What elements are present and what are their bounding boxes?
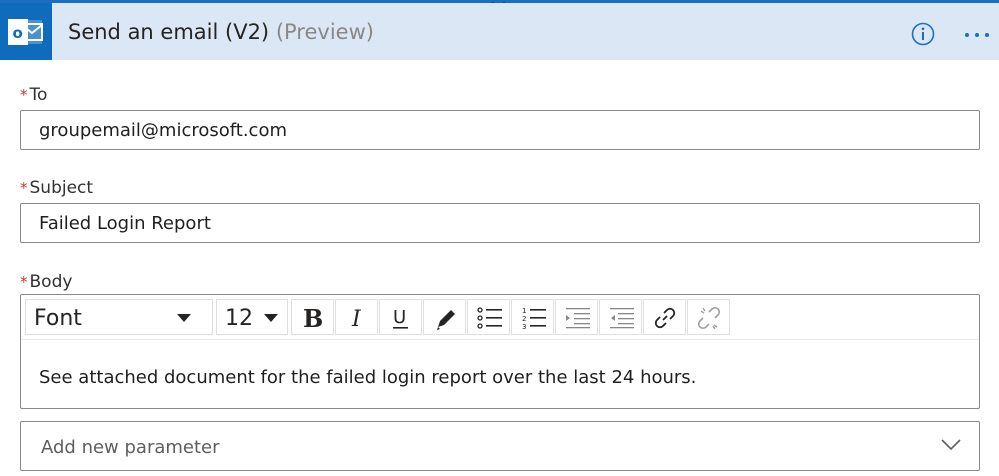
required-mark: * xyxy=(20,273,28,291)
required-mark: * xyxy=(20,86,28,104)
subject-label-text: Subject xyxy=(29,178,94,198)
italic-icon: I xyxy=(351,307,362,330)
link-button[interactable] xyxy=(643,299,686,335)
link-icon xyxy=(654,307,676,329)
bold-button[interactable]: B xyxy=(291,299,334,335)
to-field[interactable]: groupemail@microsoft.com xyxy=(20,110,980,150)
bullet-list-icon xyxy=(477,307,502,329)
svg-text:1: 1 xyxy=(522,307,526,315)
add-new-parameter-dropdown[interactable]: Add new parameter xyxy=(20,421,980,471)
outlook-icon: o xyxy=(0,3,52,60)
font-size-dropdown[interactable]: 12 xyxy=(216,299,288,335)
body-text[interactable]: See attached document for the failed log… xyxy=(39,367,696,388)
preview-label: (Preview) xyxy=(275,20,374,44)
chevron-down-icon xyxy=(177,314,191,322)
unlink-icon xyxy=(697,306,721,330)
action-title-text: Send an email (V2) xyxy=(68,20,270,44)
more-options-icon[interactable] xyxy=(963,22,991,46)
underline-icon: U xyxy=(393,307,408,329)
decrease-indent-button[interactable] xyxy=(599,299,642,335)
unlink-button[interactable] xyxy=(687,299,730,335)
toolbar-divider xyxy=(21,339,979,340)
text-color-button[interactable] xyxy=(423,299,466,335)
svg-text:U: U xyxy=(393,307,406,328)
underline-button[interactable]: U xyxy=(379,299,422,335)
font-dropdown-value: Font xyxy=(34,306,82,331)
to-label: * To xyxy=(20,85,47,105)
svg-text:3: 3 xyxy=(522,323,526,330)
svg-text:I: I xyxy=(351,307,362,330)
body-label-text: Body xyxy=(29,272,73,292)
body-editor[interactable]: Font 12 B I U 1 2 3 See attached documen… xyxy=(20,294,980,409)
action-header[interactable]: o Send an email (V2) (Preview) xyxy=(0,3,999,60)
italic-button[interactable]: I xyxy=(335,299,378,335)
action-title: Send an email (V2) (Preview) xyxy=(68,20,374,44)
to-field-value: groupemail@microsoft.com xyxy=(39,120,288,141)
to-label-text: To xyxy=(29,85,48,105)
required-mark: * xyxy=(20,179,28,197)
decrease-indent-icon xyxy=(610,308,634,329)
subject-label: * Subject xyxy=(20,178,93,198)
formatting-toolbar: Font 12 B I U 1 2 3 xyxy=(25,299,975,335)
bold-icon: B xyxy=(303,306,323,330)
svg-text:B: B xyxy=(303,306,323,330)
chevron-down-icon xyxy=(941,439,961,451)
font-dropdown[interactable]: Font xyxy=(25,299,213,335)
font-size-value: 12 xyxy=(225,306,253,331)
increase-indent-button[interactable] xyxy=(555,299,598,335)
svg-text:2: 2 xyxy=(522,315,526,323)
subject-field[interactable]: Failed Login Report xyxy=(20,203,980,243)
add-new-parameter-label: Add new parameter xyxy=(41,437,220,458)
numbered-list-icon: 1 2 3 xyxy=(522,307,546,330)
svg-text:o: o xyxy=(13,24,23,42)
chevron-down-icon xyxy=(264,314,278,322)
info-icon[interactable] xyxy=(911,22,935,46)
subject-field-value: Failed Login Report xyxy=(39,213,211,234)
increase-indent-icon xyxy=(566,308,590,329)
body-label: * Body xyxy=(20,272,72,292)
bullet-list-button[interactable] xyxy=(467,299,510,335)
text-color-icon xyxy=(437,310,455,330)
numbered-list-button[interactable]: 1 2 3 xyxy=(511,299,554,335)
